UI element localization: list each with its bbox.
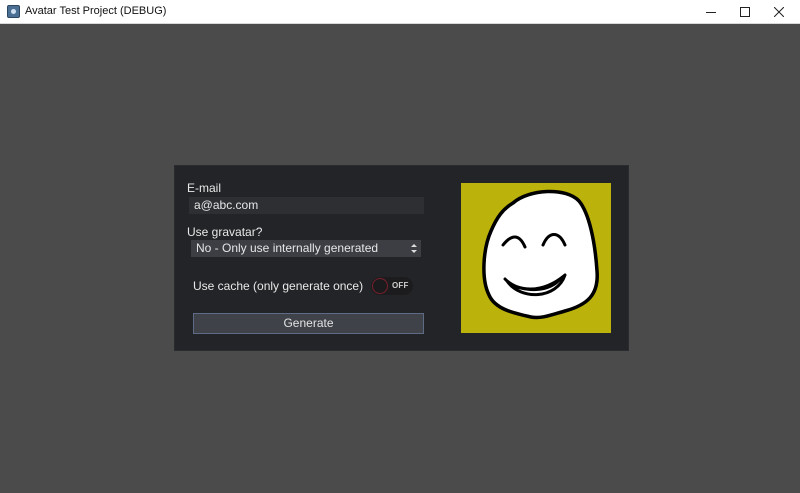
app-icon [7, 5, 20, 18]
gravatar-label: Use gravatar? [187, 225, 263, 239]
gravatar-select[interactable]: No - Only use internally generated [191, 240, 421, 257]
avatar-panel: E-mail a@abc.com Use gravatar? No - Only… [175, 166, 628, 350]
gravatar-selected-value: No - Only use internally generated [196, 241, 379, 255]
email-label: E-mail [187, 181, 222, 195]
generate-button[interactable]: Generate [193, 313, 424, 334]
toggle-knob [372, 278, 388, 294]
title-bar: Avatar Test Project (DEBUG) [0, 0, 800, 24]
cache-label: Use cache (only generate once) [193, 279, 364, 293]
close-button[interactable] [756, 0, 800, 24]
toggle-state-text: OFF [392, 281, 409, 290]
email-input[interactable]: a@abc.com [189, 197, 424, 214]
close-icon [774, 7, 784, 17]
maximize-icon [740, 7, 750, 17]
window-title: Avatar Test Project (DEBUG) [25, 5, 167, 17]
avatar-image [461, 183, 611, 333]
cache-toggle[interactable]: OFF [371, 277, 413, 295]
up-down-arrows-icon [411, 244, 417, 253]
smiley-face-icon [482, 189, 599, 320]
minimize-icon [706, 12, 716, 13]
